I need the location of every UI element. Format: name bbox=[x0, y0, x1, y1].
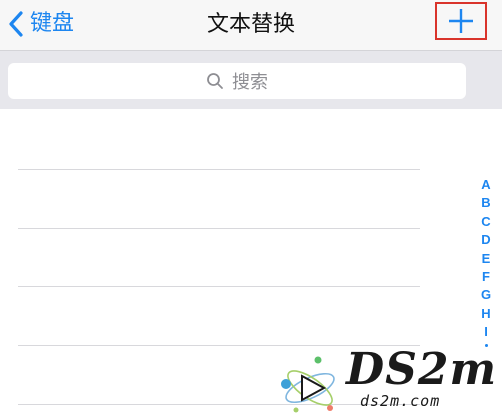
navigation-bar: 键盘 文本替换 bbox=[0, 0, 502, 51]
index-letter-i[interactable]: I bbox=[484, 323, 488, 341]
index-letter-h[interactable]: H bbox=[481, 305, 490, 323]
search-icon bbox=[207, 73, 223, 89]
watermark-logo-text: DS2m bbox=[346, 344, 498, 395]
atom-logo-icon bbox=[281, 356, 335, 413]
page-title: 文本替换 bbox=[206, 12, 295, 37]
index-letter-b[interactable]: B bbox=[481, 194, 490, 212]
watermark-url: ds2m.com bbox=[360, 392, 441, 410]
index-letter-g[interactable]: G bbox=[481, 286, 491, 304]
index-letter-e[interactable]: E bbox=[482, 250, 491, 268]
index-letter-f[interactable]: F bbox=[482, 268, 490, 286]
index-letter-d[interactable]: D bbox=[481, 231, 490, 249]
search-placeholder: 搜索 bbox=[232, 72, 268, 93]
watermark: DS2m ds2m.com bbox=[276, 344, 496, 418]
plus-icon bbox=[449, 9, 473, 33]
row-separator bbox=[18, 286, 420, 287]
search-bar: 搜索 bbox=[0, 51, 502, 109]
search-input[interactable]: 搜索 bbox=[8, 63, 466, 99]
row-separator bbox=[18, 169, 420, 170]
section-index[interactable]: A B C D E F G H I bbox=[476, 176, 496, 347]
index-letter-c[interactable]: C bbox=[481, 213, 490, 231]
index-letter-a[interactable]: A bbox=[481, 176, 490, 194]
add-button[interactable] bbox=[435, 2, 487, 40]
row-separator bbox=[18, 228, 420, 229]
